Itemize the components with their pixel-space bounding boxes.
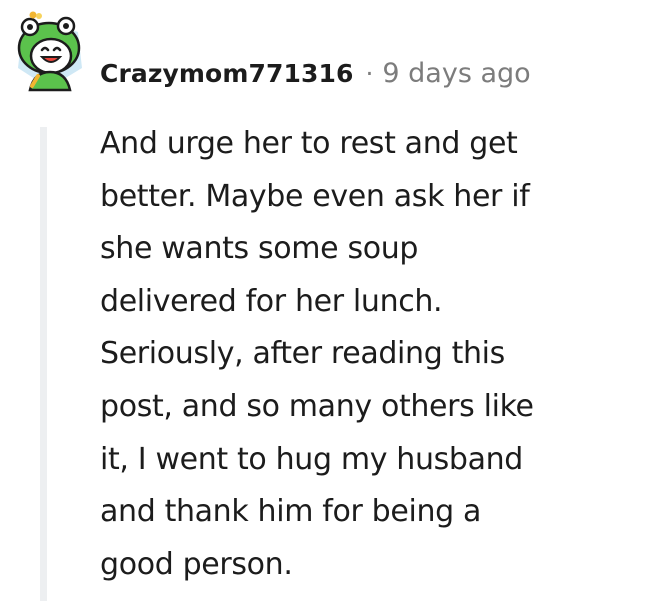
author-username[interactable]: Crazymom771316	[100, 59, 353, 88]
comment-body-line: And urge her to rest and get	[100, 126, 518, 161]
comment-body-line: it, I went to hug my husband	[100, 441, 523, 477]
comment-body-line: she wants some soup	[100, 231, 419, 267]
avatar-icon	[17, 11, 82, 92]
comment-body-line: and thank him for being a	[100, 494, 482, 530]
user-avatar[interactable]	[8, 10, 90, 96]
comment-body-line: better. Maybe even ask her if	[100, 178, 530, 214]
meta-separator: ·	[365, 58, 374, 88]
comment-body-line: delivered for her lunch.	[100, 283, 443, 319]
comment-body-line: post, and so many others like	[100, 388, 534, 424]
comment-body-line: Seriously, after reading this	[100, 336, 505, 372]
thread-line[interactable]	[40, 127, 47, 601]
comment-header: Crazymom771316 · 9 days ago	[100, 55, 531, 91]
comment-timestamp[interactable]: 9 days ago	[382, 58, 530, 89]
comment-body: And urge her to rest and get better. May…	[100, 118, 620, 591]
comment-body-line: good person.	[100, 546, 293, 582]
